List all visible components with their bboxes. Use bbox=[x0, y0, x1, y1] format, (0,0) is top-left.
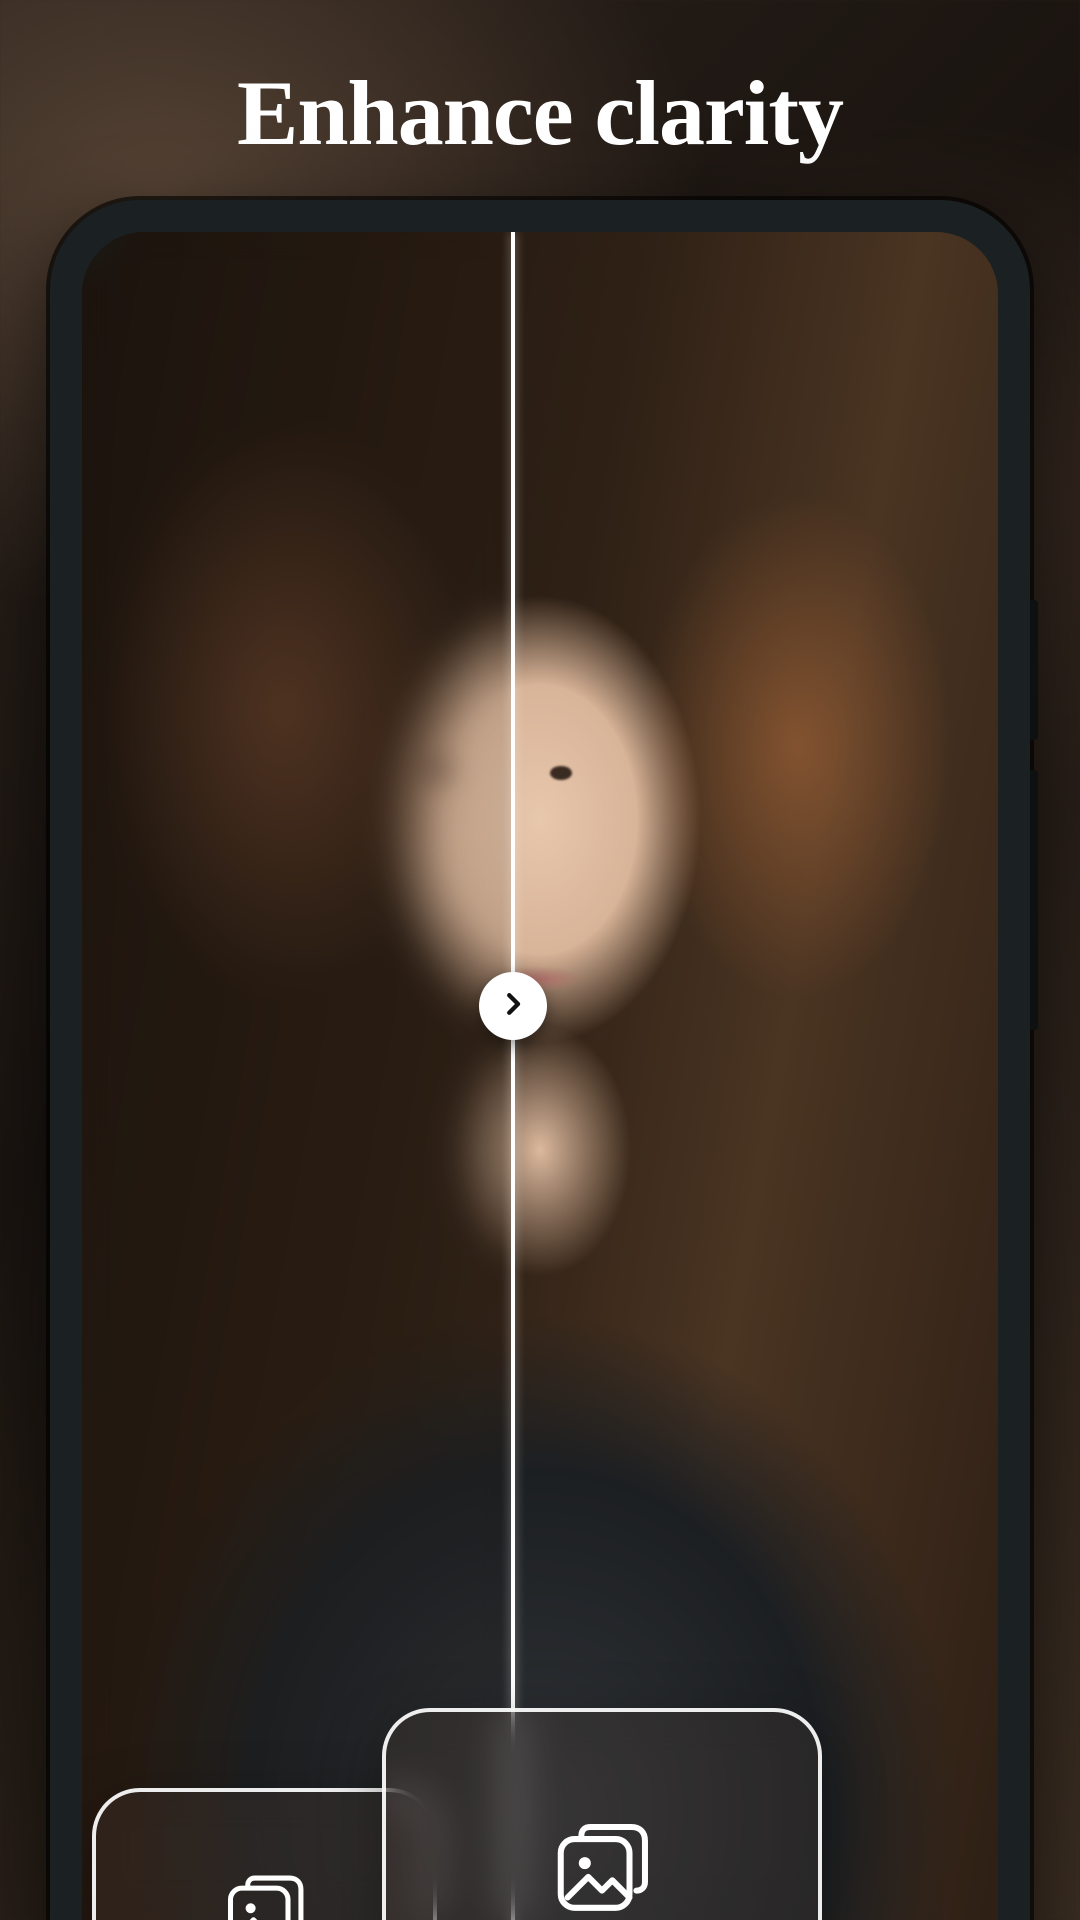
image-stack-icon bbox=[219, 1868, 311, 1920]
resolution-option-large[interactable]: 1600 X 1600 bbox=[382, 1708, 822, 1920]
comparison-divider[interactable] bbox=[511, 232, 515, 1920]
chevron-right-icon bbox=[498, 989, 528, 1024]
page-headline: Enhance clarity bbox=[0, 60, 1080, 166]
image-stack-icon bbox=[547, 1815, 657, 1920]
comparison-slider-handle[interactable] bbox=[479, 972, 547, 1040]
phone-frame: 800 X 800 1600 X 1600 bbox=[50, 200, 1030, 1920]
phone-screen: 800 X 800 1600 X 1600 bbox=[82, 232, 998, 1920]
